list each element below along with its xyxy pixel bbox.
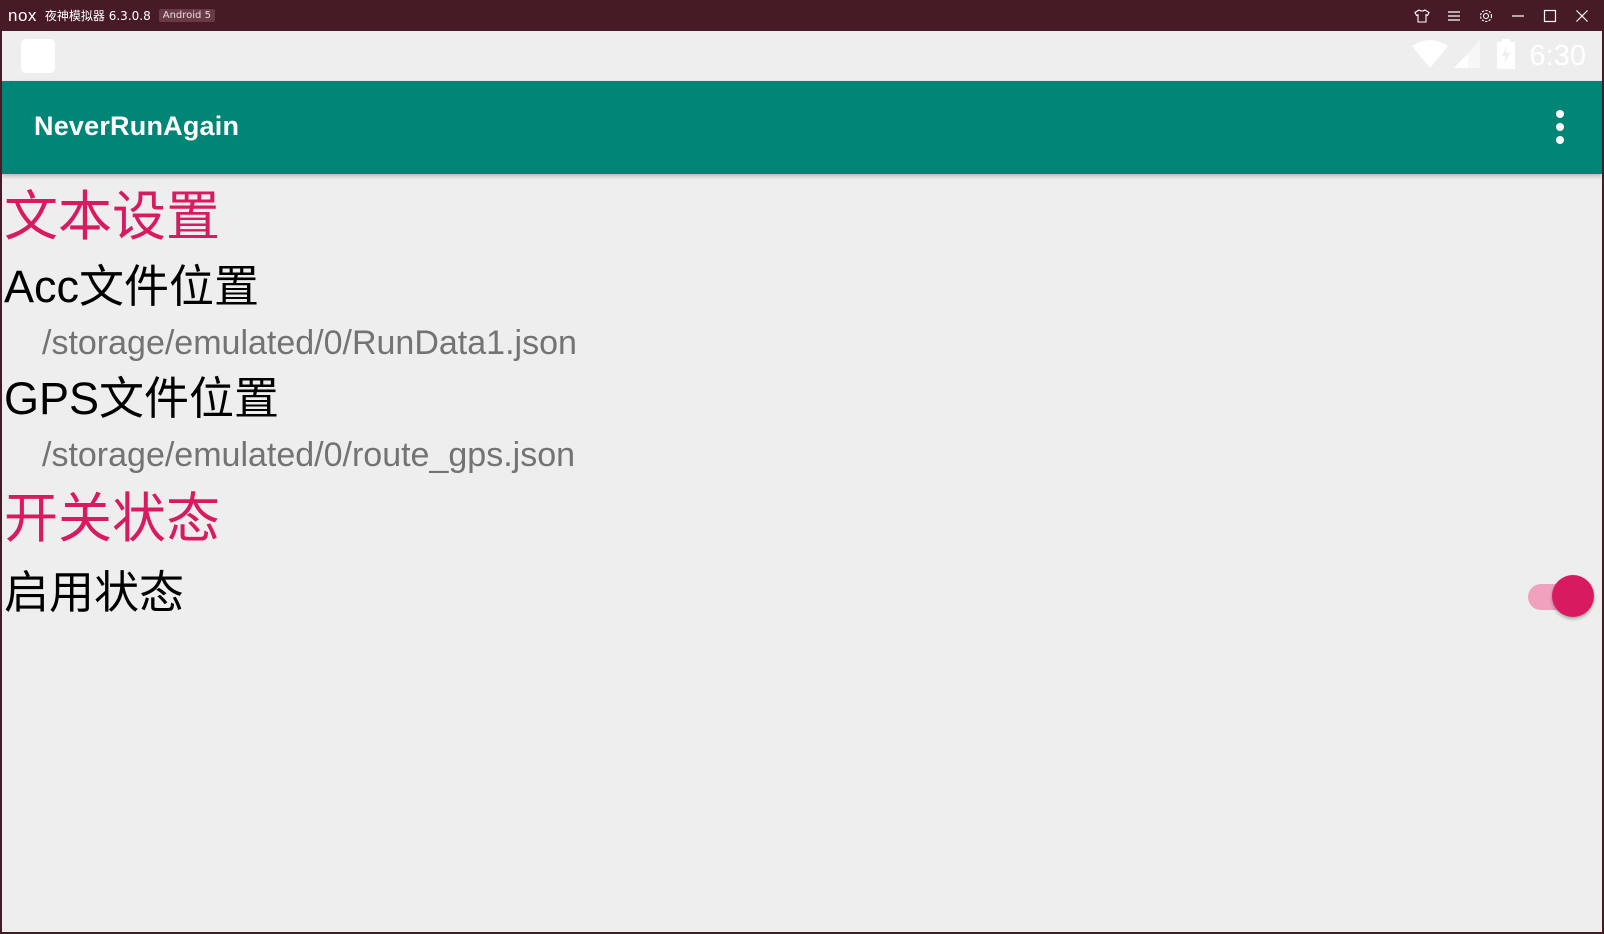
status-bar: 6:30 xyxy=(2,31,1602,81)
pref-acc-summary: /storage/emulated/0/RunData1.json xyxy=(42,324,577,362)
pref-acc-file-location[interactable]: Acc文件位置 /storage/emulated/0/RunData1.jso… xyxy=(2,262,1602,362)
switch-thumb xyxy=(1552,575,1594,617)
category-switch-status: 开关状态 xyxy=(4,487,220,550)
notification-app-icon xyxy=(21,39,55,73)
category-text-settings: 文本设置 xyxy=(4,185,220,248)
pref-enable-status[interactable]: 启用状态 xyxy=(2,562,1602,632)
emulator-titlebar: nox 夜神模拟器 6.3.0.8 Android 5 xyxy=(0,0,1604,31)
pref-acc-title: Acc文件位置 xyxy=(4,261,260,312)
wifi-icon xyxy=(1411,40,1448,72)
more-vert-icon[interactable] xyxy=(1538,105,1582,149)
close-icon[interactable] xyxy=(1566,0,1598,31)
emulator-title: 夜神模拟器 6.3.0.8 xyxy=(44,9,151,23)
shirt-icon[interactable] xyxy=(1406,0,1438,31)
android-screen: 6:30 NeverRunAgain 文本设置 Acc文件位置 /storage… xyxy=(2,31,1602,932)
battery-charging-icon xyxy=(1496,39,1516,73)
nox-logo: nox xyxy=(8,5,37,25)
pref-gps-file-location[interactable]: GPS文件位置 /storage/emulated/0/route_gps.js… xyxy=(2,374,1602,474)
status-icons: 6:30 xyxy=(1411,31,1586,81)
enable-toggle-switch[interactable] xyxy=(1528,574,1594,618)
menu-icon[interactable] xyxy=(1438,0,1470,31)
pref-enable-title: 启用状态 xyxy=(4,567,185,618)
pref-gps-summary: /storage/emulated/0/route_gps.json xyxy=(42,436,576,474)
android-version-badge: Android 5 xyxy=(158,9,215,22)
status-clock: 6:30 xyxy=(1529,39,1586,72)
window-controls xyxy=(1406,0,1598,31)
minimize-icon[interactable] xyxy=(1502,0,1534,31)
signal-icon xyxy=(1453,40,1480,72)
pref-gps-title: GPS文件位置 xyxy=(4,373,280,424)
app-toolbar: NeverRunAgain xyxy=(2,81,1602,174)
gear-icon[interactable] xyxy=(1470,0,1502,31)
app-title: NeverRunAgain xyxy=(34,111,240,141)
maximize-icon[interactable] xyxy=(1534,0,1566,31)
